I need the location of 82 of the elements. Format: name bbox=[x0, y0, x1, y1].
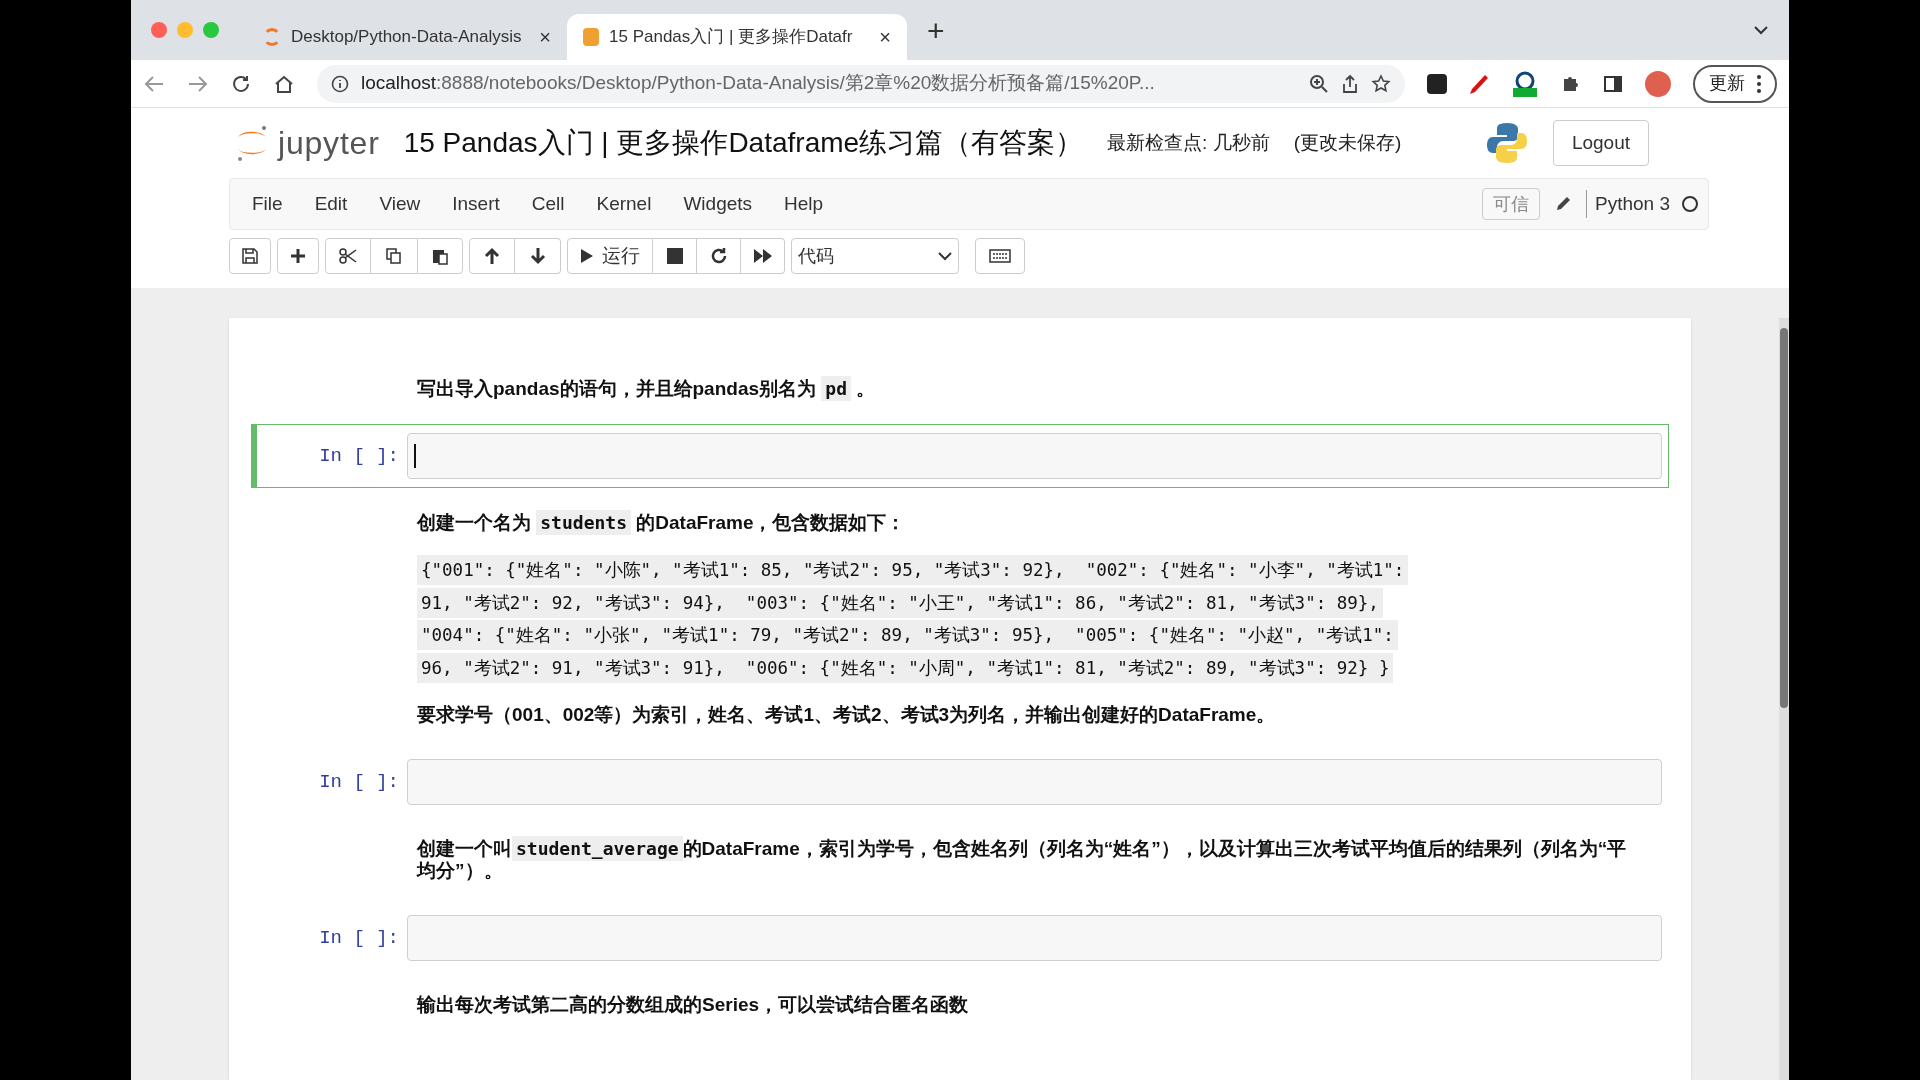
reload-icon[interactable] bbox=[231, 73, 251, 94]
forward-icon[interactable] bbox=[187, 74, 209, 93]
code-input-field[interactable] bbox=[407, 433, 1662, 479]
close-tab-button[interactable]: × bbox=[539, 22, 551, 52]
address-bar[interactable]: localhost:8888/notebooks/Desktop/Python-Data-Analysis/第2章%20数据分析预备篇/15%20P... bbox=[317, 64, 1405, 103]
kernel-idle-icon bbox=[1682, 196, 1698, 212]
text-cursor bbox=[414, 444, 416, 468]
run-button[interactable]: 运行 bbox=[567, 238, 653, 274]
checkpoint-status: 最新检查点: 几秒前 bbox=[1107, 130, 1270, 155]
cell-prompt: In [ ]: bbox=[318, 769, 400, 795]
code-cell[interactable]: In [ ]: bbox=[251, 906, 1669, 970]
info-icon[interactable] bbox=[331, 74, 349, 93]
restart-icon bbox=[709, 247, 728, 265]
cell-prompt: In [ ]: bbox=[318, 443, 400, 469]
more-icon bbox=[1757, 74, 1761, 93]
menu-item[interactable]: Help bbox=[768, 189, 840, 219]
add-cell-button[interactable] bbox=[277, 238, 319, 274]
side-panel-icon[interactable] bbox=[1603, 73, 1623, 94]
markdown-text: 输出每次考试第二高的分数组成的Series，可以尝试结合匿名函数 bbox=[415, 993, 970, 1017]
paste-button[interactable] bbox=[417, 238, 463, 274]
markdown-text: 创建一个叫 student_average 的DataFrame，索引为学号，包含姓名列（列名为“姓名”），以及计算出三次考试平均值后的结果列（列名为“平均分”）。 bbox=[415, 835, 1628, 883]
markdown-text: 写出导入pandas的语句，并且给pandas别名为 pd 。 bbox=[416, 375, 877, 403]
fast-forward-icon bbox=[752, 248, 773, 264]
scissors-icon bbox=[339, 248, 357, 264]
arrow-up-icon bbox=[484, 247, 500, 265]
markdown-text: 创建一个名为 students 的DataFrame，包含数据如下： bbox=[415, 509, 907, 537]
code-block: {"001": {"姓名": "小陈", "考试1": 85, "考试2": 95, "考试3": 92}, "002": {"姓名": "小李", "考试1": 91, "考试2": 92, "考试3": 94}, "003": {"姓名": "小王", "考试1": 86, "考试2": 81, "考试3": 89}, "004": {"姓名": "小张", "考试1": 79, "考试2": 89, "考试3": 95}, "005": {"姓名": "小赵", "考试1": 96, "考试2": 91, "考试3": 91}, "006": {"姓名": "小周", "考试1": 81, "考试2": 89, "考试3": 92} } bbox=[417, 554, 1649, 684]
close-tab-button[interactable]: × bbox=[879, 22, 891, 52]
fast-forward-button[interactable] bbox=[741, 238, 785, 274]
stop-icon bbox=[666, 248, 683, 264]
code-cell[interactable]: In [ ]: bbox=[251, 750, 1669, 814]
cell-type-dropdown[interactable]: 代码 bbox=[791, 238, 959, 274]
pencil-icon[interactable] bbox=[1554, 195, 1572, 213]
logout-button[interactable]: Logout bbox=[1552, 120, 1649, 166]
python-logo-icon bbox=[1484, 121, 1529, 165]
cut-button[interactable] bbox=[325, 238, 371, 274]
move-down-button[interactable] bbox=[515, 238, 561, 274]
star-icon[interactable] bbox=[1371, 73, 1391, 94]
keyboard-icon bbox=[989, 249, 1011, 263]
save-button[interactable] bbox=[229, 238, 271, 274]
zoom-icon[interactable] bbox=[1309, 73, 1329, 94]
home-icon[interactable] bbox=[273, 73, 295, 94]
menu-item[interactable]: Edit bbox=[298, 189, 364, 219]
menu-item[interactable]: File bbox=[236, 189, 299, 219]
code-cell[interactable]: In [ ]: bbox=[251, 424, 1669, 488]
share-icon[interactable] bbox=[1341, 73, 1359, 94]
menu-item[interactable]: View bbox=[363, 189, 437, 219]
clipboard-icon bbox=[432, 247, 448, 265]
save-status: (更改未保存) bbox=[1293, 130, 1402, 155]
browser-tab[interactable]: 15 Pandas入门 | 更多操作Datafr × bbox=[567, 14, 907, 60]
caret-icon bbox=[938, 251, 952, 261]
chevron-down-icon[interactable] bbox=[1753, 25, 1769, 35]
menu-item[interactable]: Cell bbox=[515, 189, 581, 219]
stop-button[interactable] bbox=[653, 238, 697, 274]
profile-avatar[interactable] bbox=[1645, 70, 1671, 97]
code-input-field[interactable] bbox=[407, 915, 1662, 961]
menu-item[interactable]: Kernel bbox=[580, 189, 668, 219]
jupyter-wordmark: jupyter bbox=[278, 124, 380, 163]
url-text: localhost:8888/notebooks/Desktop/Python-Data-Analysis/第2章%20数据分析预备篇/15%20P... bbox=[361, 71, 1155, 96]
play-icon bbox=[580, 248, 594, 264]
menu-item[interactable]: Widgets bbox=[667, 189, 769, 219]
back-icon[interactable] bbox=[143, 74, 165, 93]
browser-tab[interactable]: Desktop/Python-Data-Analysis × bbox=[247, 14, 567, 60]
notebook-title[interactable]: 15 Pandas入门 | 更多操作Dataframe练习篇（有答案） bbox=[403, 122, 1084, 164]
restart-button[interactable] bbox=[697, 238, 741, 274]
new-tab-button[interactable]: + bbox=[927, 7, 945, 53]
code-input-field[interactable] bbox=[407, 759, 1662, 805]
markdown-text: 要求学号（001、002等）为索引，姓名、考试1、考试2、考试3为列名，并输出创建好的DataFrame。 bbox=[416, 703, 1277, 727]
cell-prompt: In [ ]: bbox=[318, 925, 400, 951]
copy-icon bbox=[386, 248, 402, 264]
keyboard-button[interactable] bbox=[975, 238, 1025, 274]
update-button[interactable]: 更新 bbox=[1693, 64, 1777, 103]
plus-icon bbox=[290, 248, 306, 264]
kernel-name: Python 3 bbox=[1586, 189, 1670, 219]
arrow-down-icon bbox=[529, 247, 546, 265]
extension-badge-icon[interactable] bbox=[1511, 69, 1539, 98]
extension-icon[interactable] bbox=[1427, 73, 1447, 94]
menu-item[interactable]: Insert bbox=[436, 189, 516, 219]
copy-button[interactable] bbox=[371, 238, 417, 274]
move-up-button[interactable] bbox=[469, 238, 515, 274]
pen-icon[interactable] bbox=[1469, 72, 1489, 95]
notebook-icon bbox=[583, 28, 599, 46]
